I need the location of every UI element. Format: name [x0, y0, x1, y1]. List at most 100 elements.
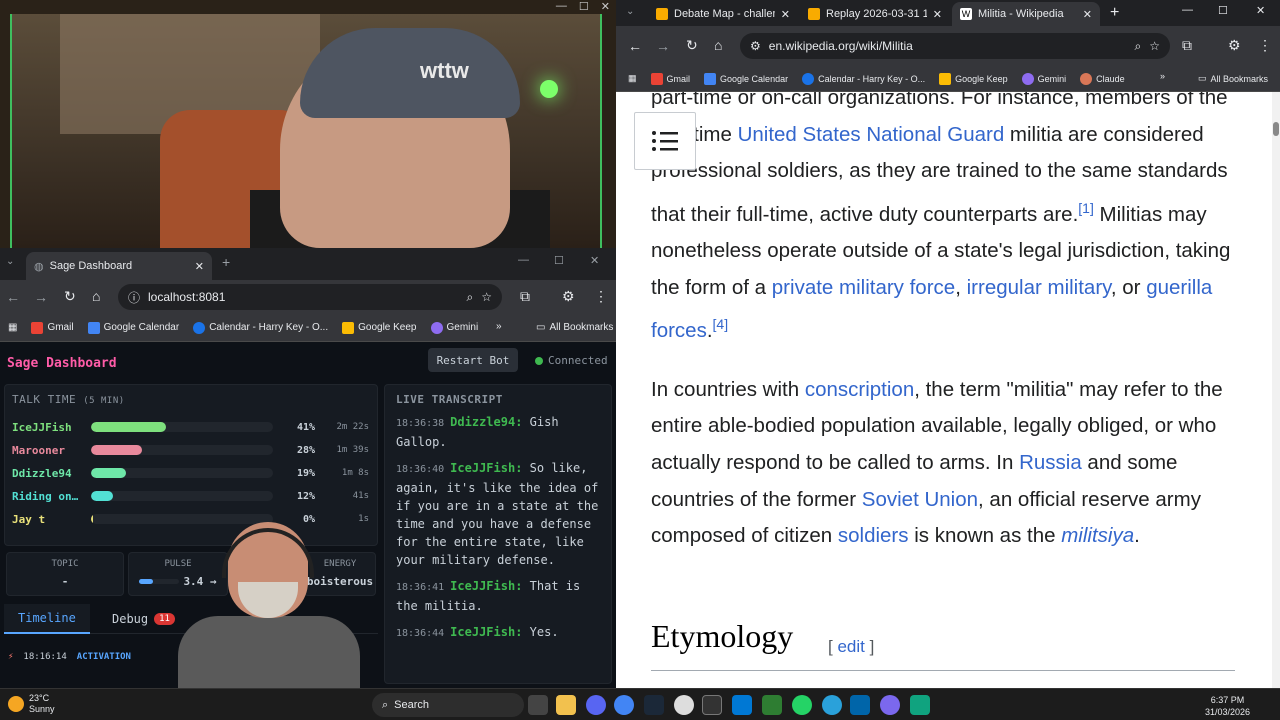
app-icon[interactable]: [674, 695, 694, 715]
bookmark-gmail[interactable]: Gmail: [650, 72, 690, 85]
profile-icon[interactable]: ⚙: [562, 288, 575, 305]
system-clock[interactable]: 6:37 PM 31/03/2026: [1205, 694, 1250, 718]
extensions-icon[interactable]: ⧉: [520, 288, 530, 305]
restart-bot-button[interactable]: Restart Bot: [428, 348, 518, 372]
whatsapp-icon[interactable]: [792, 695, 812, 715]
forward-icon[interactable]: →: [656, 38, 670, 54]
apps-icon[interactable]: ▦: [628, 73, 637, 84]
close-tab-icon[interactable]: ✕: [781, 8, 790, 21]
bookmark-calendar-harry[interactable]: Calendar - Harry Key - O...: [802, 72, 925, 85]
link-private-military-force[interactable]: private military force: [772, 276, 955, 299]
minimize-icon[interactable]: —: [1182, 4, 1193, 16]
link-soldiers[interactable]: soldiers: [838, 524, 909, 547]
debate-map-favicon: [656, 8, 668, 20]
more-bookmarks-icon[interactable]: »: [1160, 71, 1165, 81]
minimize-icon[interactable]: —: [518, 254, 529, 266]
new-tab-icon[interactable]: +: [222, 254, 230, 270]
bookmark-google-calendar[interactable]: Google Calendar: [704, 72, 788, 85]
site-info-icon[interactable]: ⓘ: [128, 289, 140, 306]
all-bookmarks[interactable]: ▭ All Bookmarks: [1198, 73, 1268, 84]
zoom-icon[interactable]: ⌕: [467, 290, 474, 305]
home-icon[interactable]: ⌂: [714, 37, 722, 53]
page-scrollbar[interactable]: [1272, 92, 1280, 688]
vscode-icon[interactable]: [850, 695, 870, 715]
bookmark-claude[interactable]: Claude: [1080, 72, 1125, 85]
forward-icon[interactable]: →: [34, 289, 48, 305]
remote-desktop-icon[interactable]: [732, 695, 752, 715]
bookmark-google-keep[interactable]: Google Keep: [342, 321, 417, 334]
zoom-icon[interactable]: ⌕: [1135, 39, 1142, 54]
maximize-icon[interactable]: ☐: [554, 254, 564, 267]
close-window-icon[interactable]: ✕: [590, 254, 599, 267]
bookmark-gemini[interactable]: Gemini: [1021, 72, 1066, 85]
back-icon[interactable]: ←: [628, 38, 642, 54]
apps-icon[interactable]: ▦: [8, 322, 17, 333]
reload-icon[interactable]: ↻: [64, 288, 76, 305]
telegram-icon[interactable]: [822, 695, 842, 715]
new-tab-icon[interactable]: +: [1110, 4, 1119, 22]
table-of-contents-button[interactable]: [634, 112, 696, 170]
home-icon[interactable]: ⌂: [92, 288, 100, 304]
timeline-entry[interactable]: ⚡ 18:16:14 ACTIVATION: [8, 652, 131, 662]
maximize-icon[interactable]: ☐: [579, 0, 589, 14]
edit-section-link[interactable]: [ edit ]: [828, 637, 874, 657]
close-icon[interactable]: ✕: [601, 0, 610, 14]
scrollbar-thumb[interactable]: [1273, 122, 1279, 136]
close-tab-icon[interactable]: ✕: [195, 260, 204, 273]
bookmark-gemini[interactable]: Gemini: [430, 321, 478, 334]
close-window-icon[interactable]: ✕: [1256, 4, 1265, 17]
link-militsiya[interactable]: militsiya: [1061, 524, 1134, 547]
notes-icon[interactable]: [762, 695, 782, 715]
discord-icon[interactable]: [586, 695, 606, 715]
terminal-icon[interactable]: [702, 695, 722, 715]
bookmark-gmail[interactable]: Gmail: [31, 321, 74, 334]
speaker-name: Riding on…: [12, 489, 79, 503]
link-irregular-military[interactable]: irregular military: [967, 276, 1111, 299]
task-view-icon[interactable]: [528, 695, 548, 715]
profile-icon[interactable]: ⚙: [1228, 37, 1241, 54]
tab-timeline[interactable]: Timeline: [4, 604, 90, 634]
menu-icon[interactable]: ⋮: [594, 288, 608, 305]
app-icon[interactable]: [910, 695, 930, 715]
citation-4[interactable]: [4]: [713, 316, 729, 332]
chrome-icon[interactable]: [614, 695, 634, 715]
menu-icon[interactable]: ⋮: [1258, 37, 1272, 54]
back-icon[interactable]: ←: [6, 289, 20, 305]
transcript-text: Yes.: [529, 625, 559, 639]
tab-search-icon[interactable]: ⌄: [6, 256, 14, 267]
reload-icon[interactable]: ↻: [686, 37, 698, 54]
app-icon[interactable]: [880, 695, 900, 715]
weather-widget[interactable]: 23°C Sunny: [8, 693, 55, 715]
tab-sage-dashboard[interactable]: ◍ Sage Dashboard ✕: [26, 252, 212, 280]
tab-search-icon[interactable]: ⌄: [626, 6, 634, 17]
bookmark-google-calendar[interactable]: Google Calendar: [87, 321, 179, 334]
link-soviet-union[interactable]: Soviet Union: [862, 488, 978, 511]
steam-icon[interactable]: [644, 695, 664, 715]
url-input[interactable]: ⚙ en.wikipedia.org/wiki/Militia ⌕ ☆: [740, 33, 1170, 59]
file-explorer-icon[interactable]: [556, 695, 576, 715]
link-conscription[interactable]: conscription: [805, 378, 914, 401]
more-bookmarks-icon[interactable]: »: [496, 321, 502, 332]
tab-militia-wikipedia[interactable]: W Militia - Wikipedia ✕: [952, 2, 1100, 26]
bookmark-star-icon[interactable]: ☆: [481, 290, 492, 304]
talk-bar-fill: [91, 422, 166, 432]
close-tab-icon[interactable]: ✕: [933, 8, 942, 21]
link-national-guard[interactable]: United States National Guard: [738, 123, 1005, 146]
citation-1[interactable]: [1]: [1078, 200, 1094, 216]
all-bookmarks[interactable]: ▭ All Bookmarks: [536, 322, 613, 333]
extensions-icon[interactable]: ⧉: [1182, 37, 1192, 54]
minimize-icon[interactable]: —: [556, 0, 567, 14]
link-russia[interactable]: Russia: [1019, 451, 1082, 474]
close-tab-icon[interactable]: ✕: [1083, 8, 1092, 21]
tab-debug-label: Debug: [112, 612, 149, 626]
tab-debate-map[interactable]: Debate Map - challenge s ✕: [648, 2, 798, 26]
bookmark-calendar-harry[interactable]: Calendar - Harry Key - O...: [193, 321, 328, 334]
bookmark-star-icon[interactable]: ☆: [1149, 39, 1160, 53]
bookmark-label: Google Keep: [955, 73, 1008, 84]
tab-replay[interactable]: Replay 2026-03-31 18:04 · ✕: [800, 2, 950, 26]
maximize-icon[interactable]: ☐: [1218, 4, 1228, 17]
bookmark-google-keep[interactable]: Google Keep: [939, 72, 1008, 85]
taskbar-search[interactable]: ⌕ Search: [372, 693, 524, 717]
url-input[interactable]: ⓘ localhost:8081 ⌕ ☆: [118, 284, 502, 310]
site-info-icon[interactable]: ⚙: [750, 39, 761, 53]
